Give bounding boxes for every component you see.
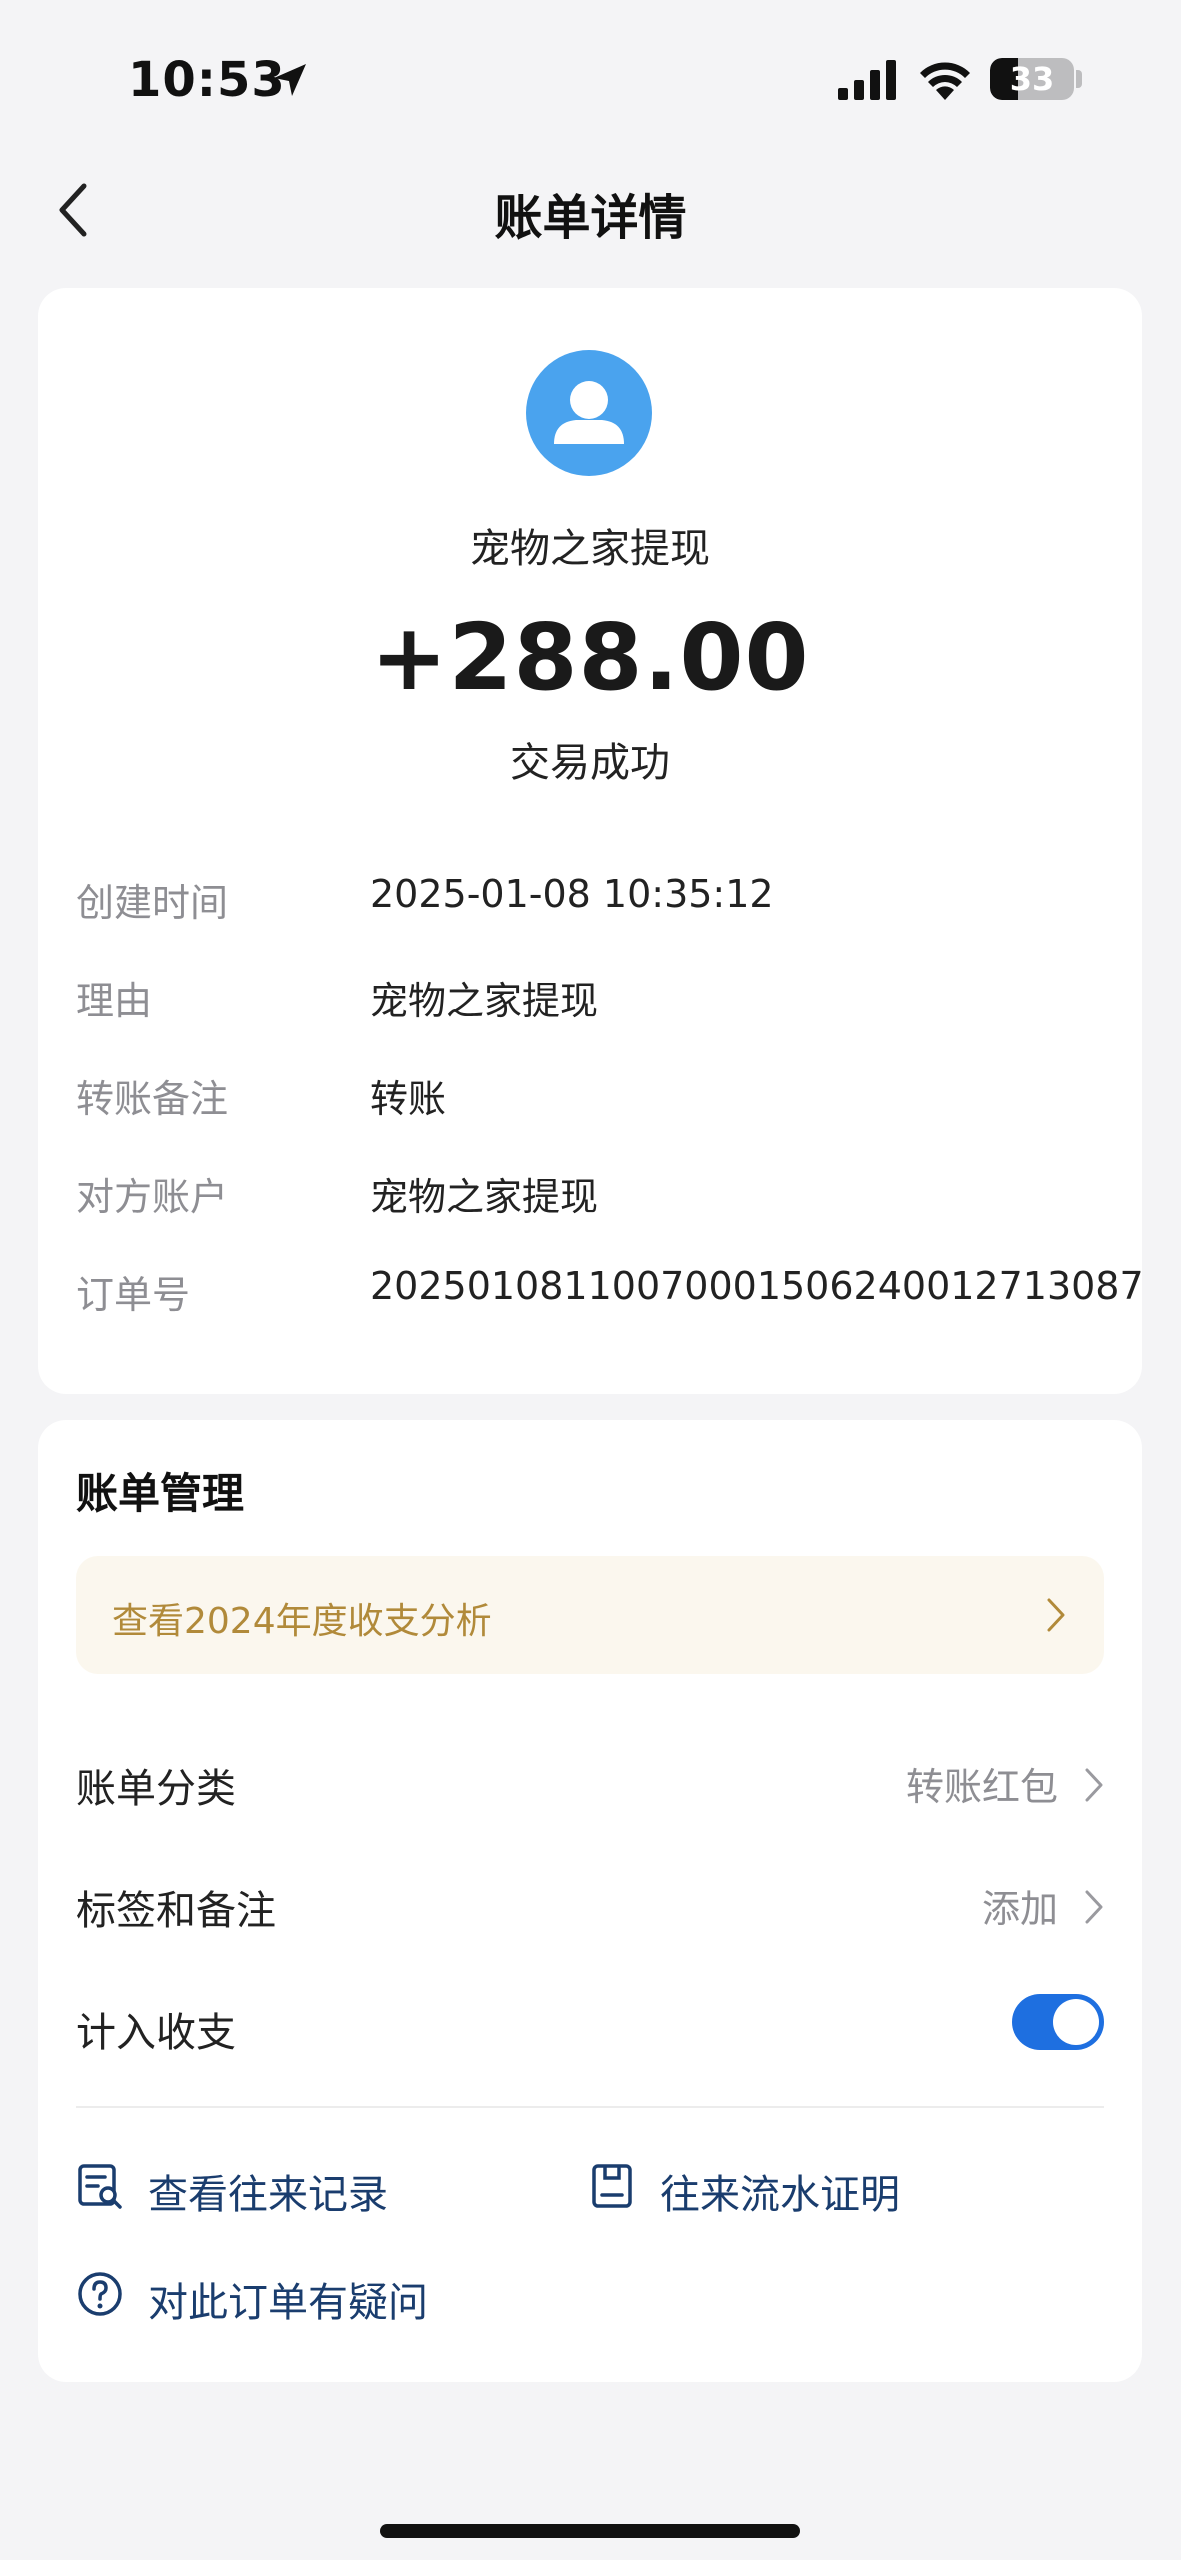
detail-value[interactable]: 20250108110070001506240012713087 [370, 1264, 1144, 1308]
view-records-button[interactable]: 查看往来记录 [76, 2154, 516, 2218]
bill-management-card: 账单管理 查看2024年度收支分析 账单分类 转账红包 标签和备注 添加 计入收… [38, 1420, 1142, 2382]
bill-category-value: 转账红包 [905, 1765, 1058, 1809]
transaction-proof-label: 往来流水证明 [660, 2172, 900, 2218]
nav-bar: 账单详情 [0, 160, 1181, 260]
toggle-knob [1053, 1999, 1099, 2045]
detail-row-order-number: 订单号 20250108110070001506240012713087 [38, 1264, 1144, 1324]
merchant-name: 宠物之家提现 [470, 526, 710, 572]
detail-label: 转账备注 [76, 1077, 229, 1121]
battery-tip [1076, 70, 1082, 88]
annual-analysis-banner[interactable]: 查看2024年度收支分析 [76, 1556, 1104, 1674]
user-avatar-icon [526, 350, 652, 476]
order-question-button[interactable]: 对此订单有疑问 [76, 2262, 576, 2326]
detail-row-reason: 理由 宠物之家提现 [38, 970, 1142, 1030]
detail-label: 订单号 [76, 1273, 191, 1317]
bill-category-label: 账单分类 [76, 1766, 236, 1812]
transaction-card: 宠物之家提现 +288.00 交易成功 创建时间 2025-01-08 10:3… [38, 288, 1144, 1394]
tags-notes-row[interactable]: 标签和备注 添加 [38, 1866, 1142, 1946]
signal-icon [838, 60, 896, 100]
detail-value: 宠物之家提现 [370, 1175, 599, 1219]
divider [76, 2106, 1104, 2108]
transaction-status: 交易成功 [510, 740, 670, 786]
location-arrow-icon [274, 64, 306, 96]
order-question-label: 对此订单有疑问 [148, 2280, 428, 2326]
home-indicator [380, 2524, 800, 2538]
detail-row-created-time: 创建时间 2025-01-08 10:35:12 [38, 872, 1142, 932]
bill-category-row[interactable]: 账单分类 转账红包 [38, 1744, 1142, 1824]
detail-label: 对方账户 [76, 1175, 229, 1219]
question-circle-icon [78, 2272, 122, 2316]
transaction-amount: +288.00 [370, 604, 810, 711]
battery-icon: 33 [990, 58, 1074, 100]
detail-value: 2025-01-08 10:35:12 [370, 872, 774, 916]
transaction-proof-button[interactable]: 往来流水证明 [588, 2154, 1028, 2218]
include-income-expense-toggle[interactable] [1012, 1994, 1104, 2050]
battery-level: 33 [1009, 60, 1055, 98]
wifi-icon [920, 62, 970, 100]
tags-notes-value: 添加 [981, 1887, 1058, 1931]
view-records-label: 查看往来记录 [148, 2172, 388, 2218]
detail-row-counterparty: 对方账户 宠物之家提现 [38, 1166, 1142, 1226]
section-title: 账单管理 [76, 1469, 245, 1518]
detail-label: 创建时间 [76, 881, 229, 925]
detail-value: 宠物之家提现 [370, 979, 599, 1023]
records-search-icon [78, 2164, 122, 2209]
detail-row-transfer-note: 转账备注 转账 [38, 1068, 1142, 1128]
tags-notes-label: 标签和备注 [76, 1888, 276, 1934]
chevron-right-icon [1085, 1890, 1103, 1924]
page-title: 账单详情 [494, 190, 687, 246]
include-income-expense-label: 计入收支 [76, 2010, 236, 2056]
include-income-expense-row: 计入收支 [38, 1988, 1142, 2068]
document-icon [592, 2164, 632, 2208]
status-time: 10:53 [128, 52, 286, 108]
banner-text: 查看2024年度收支分析 [112, 1601, 492, 1642]
detail-label: 理由 [76, 979, 153, 1023]
detail-value: 转账 [370, 1077, 447, 1121]
chevron-right-icon [1047, 1598, 1065, 1632]
chevron-right-icon [1085, 1768, 1103, 1802]
status-bar: 10:53 33 [0, 0, 1181, 150]
